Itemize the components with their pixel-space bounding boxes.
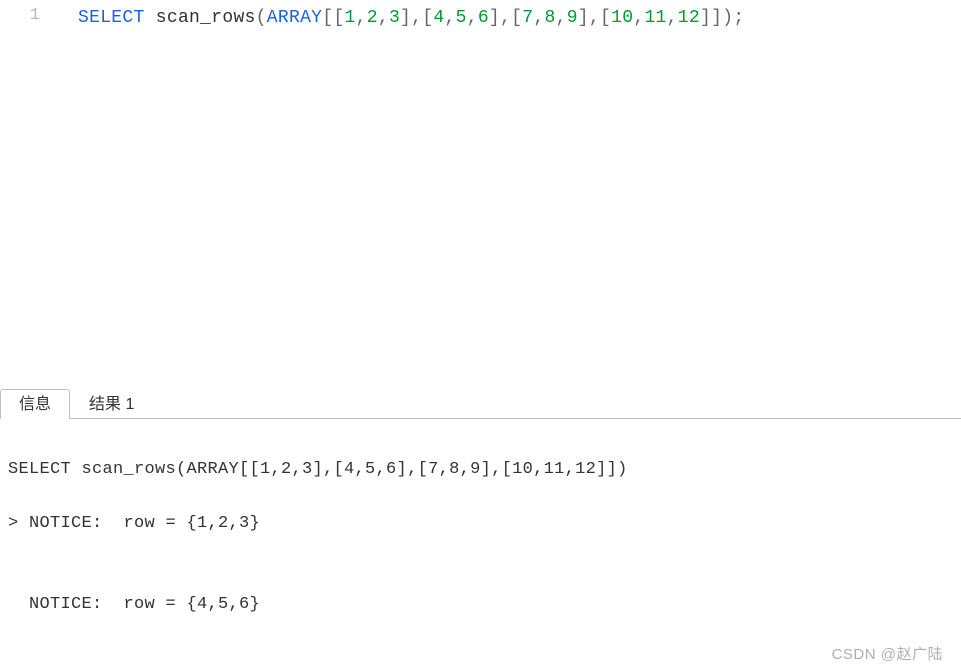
bracket: ] [578, 8, 589, 28]
keyword-array: ARRAY [267, 8, 323, 28]
paren-open: ( [256, 8, 267, 28]
number: 7 [522, 8, 533, 28]
bracket: ] [489, 8, 500, 28]
number: 2 [367, 8, 378, 28]
number: 10 [611, 8, 633, 28]
bracket: ] [400, 8, 411, 28]
number: 4 [433, 8, 444, 28]
number: 3 [389, 8, 400, 28]
bracket: [ [422, 8, 433, 28]
results-tabs-bar: 信息 结果 1 [0, 385, 961, 419]
function-name: scan_rows [156, 8, 256, 28]
comma: , [556, 8, 567, 28]
line-number-gutter: 1 [0, 0, 58, 385]
number: 1 [345, 8, 356, 28]
number: 9 [567, 8, 578, 28]
sql-editor-pane: 1 SELECT scan_rows(ARRAY[[1,2,3],[4,5,6]… [0, 0, 961, 385]
number: 12 [678, 8, 700, 28]
output-pane[interactable]: SELECT scan_rows(ARRAY[[1,2,3],[4,5,6],[… [0, 419, 961, 672]
tab-result-1[interactable]: 结果 1 [70, 389, 153, 419]
output-line: NOTICE: row = {4,5,6} [8, 591, 953, 618]
comma: , [411, 8, 422, 28]
number: 6 [478, 8, 489, 28]
bracket: [ [600, 8, 611, 28]
keyword-select: SELECT [78, 8, 145, 28]
number: 5 [456, 8, 467, 28]
tab-info[interactable]: 信息 [0, 389, 70, 419]
comma: , [467, 8, 478, 28]
bracket: [[ [322, 8, 344, 28]
number: 11 [644, 8, 666, 28]
watermark: CSDN @赵广陆 [832, 641, 943, 668]
comma: , [356, 8, 367, 28]
sql-code-area[interactable]: SELECT scan_rows(ARRAY[[1,2,3],[4,5,6],[… [58, 0, 961, 385]
comma: , [589, 8, 600, 28]
bracket: [ [511, 8, 522, 28]
output-line: SELECT scan_rows(ARRAY[[1,2,3],[4,5,6],[… [8, 456, 953, 483]
paren-close: ); [722, 8, 744, 28]
comma: , [633, 8, 644, 28]
comma: , [378, 8, 389, 28]
output-line: > NOTICE: row = {1,2,3} [8, 510, 953, 537]
number: 8 [544, 8, 555, 28]
comma: , [500, 8, 511, 28]
line-number: 1 [0, 6, 40, 25]
comma: , [667, 8, 678, 28]
comma: , [533, 8, 544, 28]
comma: , [444, 8, 455, 28]
bracket: ]] [700, 8, 722, 28]
